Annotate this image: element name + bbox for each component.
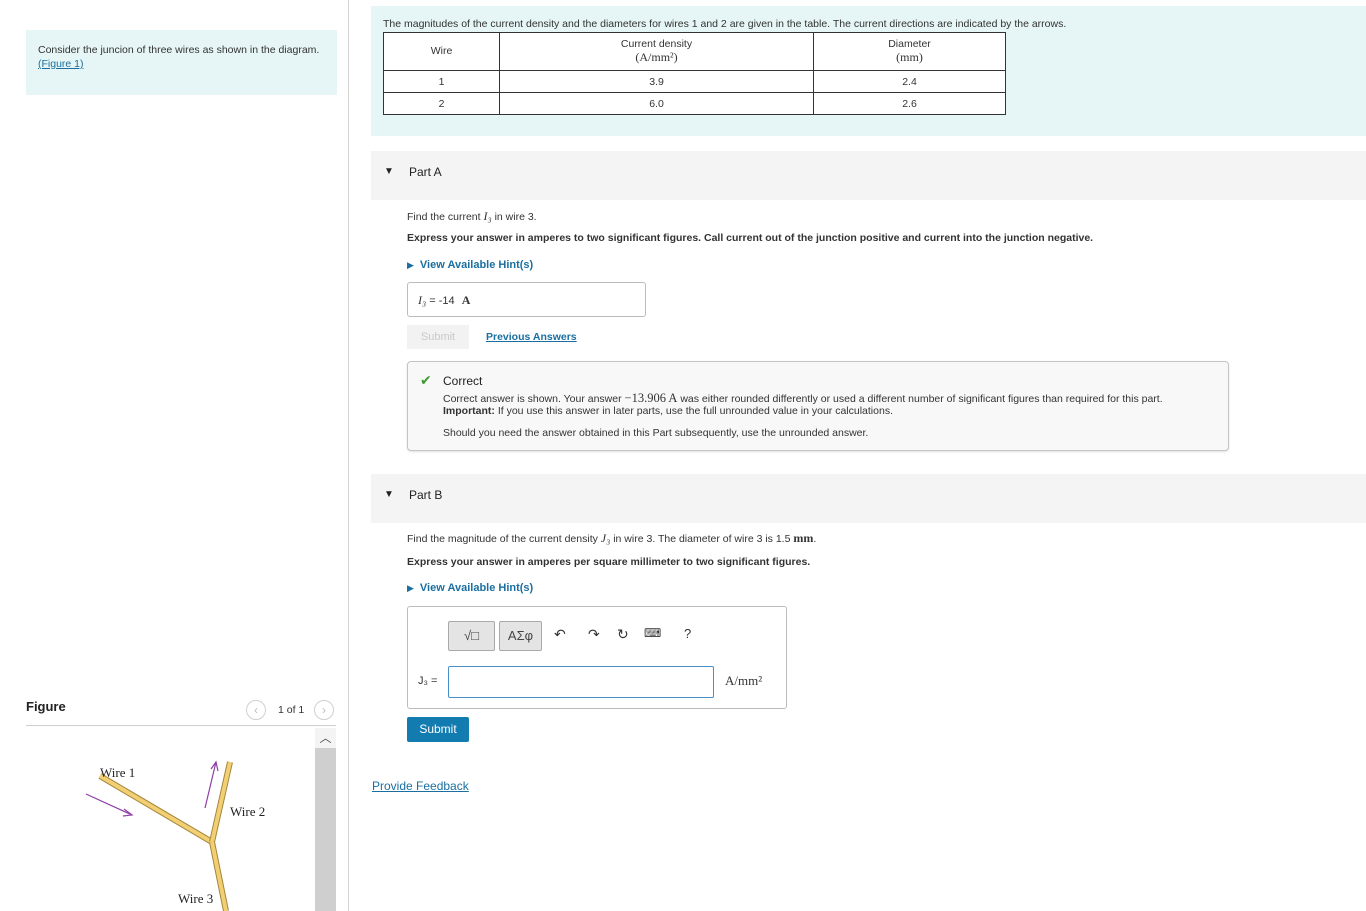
header-diameter-unit: (mm) [896,50,923,64]
statement-text: The magnitudes of the current density an… [383,18,1067,30]
eq-label: J₃ = [418,675,438,687]
feedback-value: −13.906 A [624,391,678,405]
question-text: in wire 3. [494,211,537,223]
math-answer-editor: √□ ΑΣφ ↶ ↷ ↻ ⌨ ? J₃ = A/mm² [407,606,787,709]
part-a-label: Part A [409,165,442,179]
symbols-button[interactable]: ΑΣφ [499,621,542,651]
wire-3 [209,841,229,911]
keyboard-icon[interactable]: ⌨ [644,626,661,640]
figure-scrollbar[interactable]: ︿ [315,728,336,911]
prev-figure-button[interactable]: ‹ [246,700,266,720]
question-variable: J₃ [600,531,611,545]
part-a-hint-toggle[interactable]: ▶ View Available Hint(s) [407,259,533,271]
figure-header: Figure ‹ 1 of 1 › [26,696,336,726]
hint-label: View Available Hint(s) [419,259,534,271]
intro-text: Consider the juncion of three wires as s… [38,44,320,56]
header-density-label: Current density [620,38,693,50]
feedback-text: was either rounded differently or used a… [680,393,1163,405]
part-b-label: Part B [409,488,443,502]
problem-statement: The magnitudes of the current density an… [371,6,1366,136]
feedback-text: Correct answer is shown. Your answer [443,393,622,405]
scroll-up-icon[interactable]: ︿ [315,728,336,748]
answer-input[interactable] [448,666,714,698]
table-row: 2 6.0 2.6 [383,92,1006,115]
wire-2-label: Wire 2 [230,804,265,819]
feedback-title: Correct [443,374,483,388]
collapse-triangle-icon[interactable]: ▼ [384,489,394,500]
correct-feedback: ✔ Correct Correct answer is shown. Your … [407,361,1229,451]
header-diameter: Diameter (mm) [813,32,1006,71]
answer-variable: I₃ [418,293,427,307]
question-unit: mm [793,531,814,545]
feedback-line: Correct answer is shown. Your answer −13… [443,391,1163,406]
question-text: Find the magnitude of the current densit… [407,533,598,545]
reset-icon[interactable]: ↻ [617,626,629,643]
cell-density: 6.0 [499,92,814,115]
answer-value: -14 [438,295,455,307]
feedback-important: Important: If you use this answer in lat… [443,405,893,417]
answer-unit: A [461,293,471,307]
cell-density: 3.9 [499,70,814,93]
question-text: in wire 3. The diameter of wire 3 is 1.5 [613,533,791,545]
templates-button[interactable]: √□ [448,621,495,651]
help-button[interactable]: ? [684,626,691,641]
figure-link[interactable]: (Figure 1) [38,58,84,70]
undo-icon[interactable]: ↶ [554,626,566,643]
hint-label: View Available Hint(s) [419,582,534,594]
checkmark-icon: ✔ [420,372,432,388]
figure-pager: 1 of 1 [278,704,305,716]
part-b-hint-toggle[interactable]: ▶ View Available Hint(s) [407,582,533,594]
feedback-note: Should you need the answer obtained in t… [443,427,869,439]
header-diameter-label: Diameter [888,38,931,50]
previous-answers-link[interactable]: Previous Answers [486,331,577,343]
header-density-unit: (A/mm²) [635,50,678,64]
table-row: 1 3.9 2.4 [383,70,1006,93]
part-b-submit-button[interactable]: Submit [407,717,469,742]
part-a-submit-button[interactable]: Submit [407,325,469,349]
cell-diameter: 2.4 [813,70,1006,93]
wire-junction-figure: Wire 1 Wire 2 Wire 3 [85,760,265,911]
provide-feedback-link[interactable]: Provide Feedback [372,779,469,793]
wire-1-current-arrow [85,793,134,817]
collapse-triangle-icon[interactable]: ▼ [384,166,394,177]
left-panel: Consider the juncion of three wires as s… [0,0,348,911]
cell-diameter: 2.6 [813,92,1006,115]
cell-wire: 1 [383,70,500,93]
intro-box: Consider the juncion of three wires as s… [26,30,337,95]
important-label: Important: [443,405,495,417]
wire-3-label: Wire 3 [178,891,213,906]
redo-icon[interactable]: ↷ [588,626,600,643]
wire-2-current-arrow [204,760,219,809]
eq-unit: A/mm² [725,673,763,688]
question-text: Find the current [407,211,481,223]
cell-wire: 2 [383,92,500,115]
caret-right-icon: ▶ [407,260,414,270]
next-figure-button[interactable]: › [314,700,334,720]
wire-1 [98,773,214,845]
part-a-instruction: Express your answer in amperes to two si… [407,232,1094,244]
part-a-header[interactable]: ▼ Part A [371,151,1366,200]
part-a-question: Find the current I₃ in wire 3. [407,209,537,224]
header-density: Current density (A/mm²) [499,32,814,71]
wire-2 [209,761,233,843]
caret-right-icon: ▶ [407,583,414,593]
important-text: If you use this answer in later parts, u… [497,405,893,417]
panel-divider[interactable] [348,0,349,911]
figure-title: Figure [26,699,66,714]
question-variable: I₃ [483,209,492,223]
part-b-header[interactable]: ▼ Part B [371,474,1366,523]
table-header-row: Wire Current density (A/mm²) Diameter (m… [383,32,1006,71]
data-table: Wire Current density (A/mm²) Diameter (m… [383,32,1006,115]
wire-1-label: Wire 1 [100,765,135,780]
part-a-answer: I₃ = -14 A [407,282,646,317]
header-wire: Wire [383,32,500,71]
part-b-question: Find the magnitude of the current densit… [407,531,817,545]
part-b-instruction: Express your answer in amperes per squar… [407,556,811,568]
answer-equals: = [429,295,436,307]
